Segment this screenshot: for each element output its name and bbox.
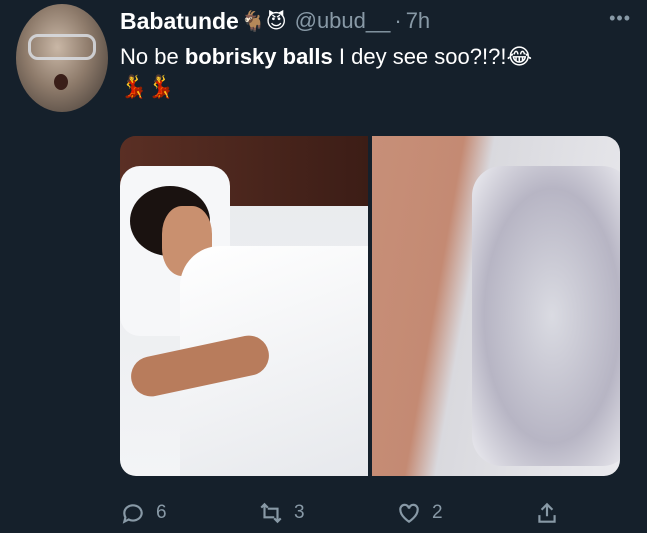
laugh-emoji: 😂 (506, 44, 533, 69)
tweet-text-pre: No be (120, 44, 185, 69)
like-icon (399, 503, 419, 523)
avatar-mouth (54, 74, 68, 90)
like-count: 2 (432, 502, 443, 523)
retweet-icon (260, 502, 282, 524)
tweet-text-bold: bobrisky balls (184, 44, 333, 69)
author-name[interactable]: Babatunde (120, 8, 239, 35)
retweet-button[interactable]: 3 (258, 500, 305, 526)
tweet-header: Babatunde 🐐😈 @ubud__ · 7h ••• (120, 8, 631, 34)
reply-count: 6 (156, 502, 167, 523)
tweet-actions: 6 3 2 (120, 496, 560, 530)
tweet-text: No be bobrisky balls I dey see soo?!?!😂 … (120, 42, 620, 102)
share-icon (538, 502, 556, 523)
dancer-emojis: 💃💃 (120, 74, 175, 99)
media-container (120, 136, 620, 476)
share-button[interactable] (534, 500, 560, 526)
tweet-text-post: I dey see soo?!?! (332, 44, 507, 69)
reply-button[interactable]: 6 (120, 500, 167, 526)
author-handle[interactable]: @ubud__ (295, 8, 391, 34)
retweet-count: 3 (294, 502, 305, 523)
author-emojis: 🐐😈 (240, 10, 287, 33)
photo-right[interactable] (372, 136, 620, 476)
photo-fabric (472, 166, 620, 466)
reply-icon (122, 504, 143, 524)
like-button[interactable]: 2 (396, 500, 443, 526)
avatar[interactable] (16, 4, 108, 112)
timestamp[interactable]: 7h (406, 8, 430, 34)
separator-dot: · (394, 8, 402, 33)
more-icon[interactable]: ••• (609, 8, 631, 29)
avatar-glasses (28, 34, 96, 60)
photo-left[interactable] (120, 136, 368, 476)
